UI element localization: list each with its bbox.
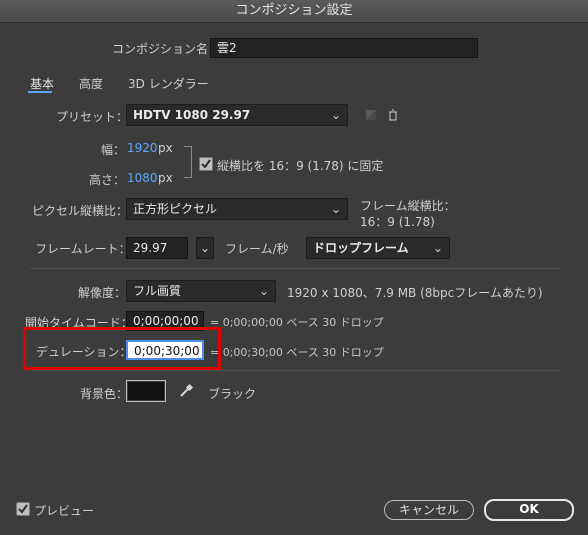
resolution-info: 1920 x 1080、7.9 MB (8bpcフレームあたり) <box>287 286 543 300</box>
preview-checkbox[interactable] <box>16 502 30 516</box>
lock-bracket <box>184 146 192 178</box>
frame-rate-label: フレームレート： <box>35 242 131 256</box>
resolution-dropdown[interactable]: フル画質 ⌄ <box>126 280 276 302</box>
eyedropper-button[interactable] <box>178 383 194 399</box>
composition-name-input[interactable]: 雲2 <box>210 38 478 58</box>
frame-aspect-value: 16：9 (1.78) <box>360 215 435 229</box>
save-preset-icon <box>366 110 376 120</box>
divider <box>30 370 560 371</box>
divider <box>30 268 560 269</box>
pixel-aspect-value: 正方形ピクセル <box>133 202 218 216</box>
preset-value: HDTV 1080 29.97 <box>133 108 251 122</box>
chevron-down-icon: ⌄ <box>432 241 443 255</box>
drop-frame-dropdown[interactable]: ドロップフレーム ⌄ <box>306 237 450 259</box>
background-color-fill <box>128 382 164 400</box>
frame-rate-unit: フレーム/秒 <box>225 242 289 256</box>
pixel-aspect-label: ピクセル縦横比： <box>32 204 129 218</box>
width-unit: px <box>158 141 173 155</box>
background-color-name: ブラック <box>208 387 257 401</box>
cancel-button[interactable]: キャンセル <box>384 500 474 520</box>
composition-settings-dialog: コンポジション設定 コンポジション名： 雲2 基本 高度 3D レンダラー プリ… <box>0 0 588 535</box>
resolution-value: フル画質 <box>133 284 182 298</box>
chevron-down-icon: ⌄ <box>330 108 341 122</box>
lock-aspect-checkbox[interactable] <box>199 157 213 171</box>
save-preset-button[interactable] <box>362 106 380 124</box>
lock-aspect-label: 縦横比を 16：9 (1.78) に固定 <box>217 159 384 173</box>
preset-dropdown[interactable]: HDTV 1080 29.97 ⌄ <box>126 104 348 126</box>
duration-label: デュレーション： <box>36 345 132 359</box>
duration-input[interactable]: 0;00;30;00 <box>126 340 204 360</box>
preset-label: プリセット： <box>56 110 129 124</box>
frame-aspect-label: フレーム縦横比： <box>360 199 456 213</box>
chevron-down-icon: ⌄ <box>258 284 269 298</box>
background-color-label: 背景色： <box>80 387 129 401</box>
ok-button[interactable]: OK <box>484 499 574 521</box>
checkmark-icon <box>18 504 28 514</box>
tab-3d-renderer[interactable]: 3D レンダラー <box>128 75 209 92</box>
trash-icon <box>389 109 397 121</box>
chevron-down-icon: ⌄ <box>330 202 341 216</box>
tab-advanced[interactable]: 高度 <box>79 75 103 92</box>
resolution-label: 解像度： <box>78 286 127 300</box>
height-label: 高さ： <box>89 173 126 187</box>
width-value[interactable]: 1920 <box>127 141 158 155</box>
height-unit: px <box>158 171 173 185</box>
checkmark-icon <box>201 159 211 169</box>
chevron-down-icon: ⌄ <box>199 241 210 255</box>
width-label: 幅： <box>101 143 126 157</box>
tab-basic[interactable]: 基本 <box>30 75 54 92</box>
eyedropper-icon <box>180 383 194 397</box>
pixel-aspect-dropdown[interactable]: 正方形ピクセル ⌄ <box>126 198 348 220</box>
frame-rate-preset-dropdown[interactable]: ⌄ <box>196 237 214 259</box>
start-timecode-info: = 0;00;00;00 ベース 30 ドロップ <box>210 316 384 329</box>
tab-active-indicator <box>28 91 52 93</box>
preview-label: プレビュー <box>34 504 95 518</box>
height-value[interactable]: 1080 <box>127 171 158 185</box>
composition-name-label: コンポジション名： <box>112 42 221 56</box>
duration-info: = 0;00;30;00 ベース 30 ドロップ <box>210 346 384 359</box>
background-color-swatch[interactable] <box>126 380 166 402</box>
dialog-title: コンポジション設定 <box>0 0 588 23</box>
drop-frame-value: ドロップフレーム <box>313 241 409 255</box>
frame-rate-input[interactable]: 29.97 <box>126 237 188 259</box>
delete-preset-button[interactable] <box>384 106 402 124</box>
